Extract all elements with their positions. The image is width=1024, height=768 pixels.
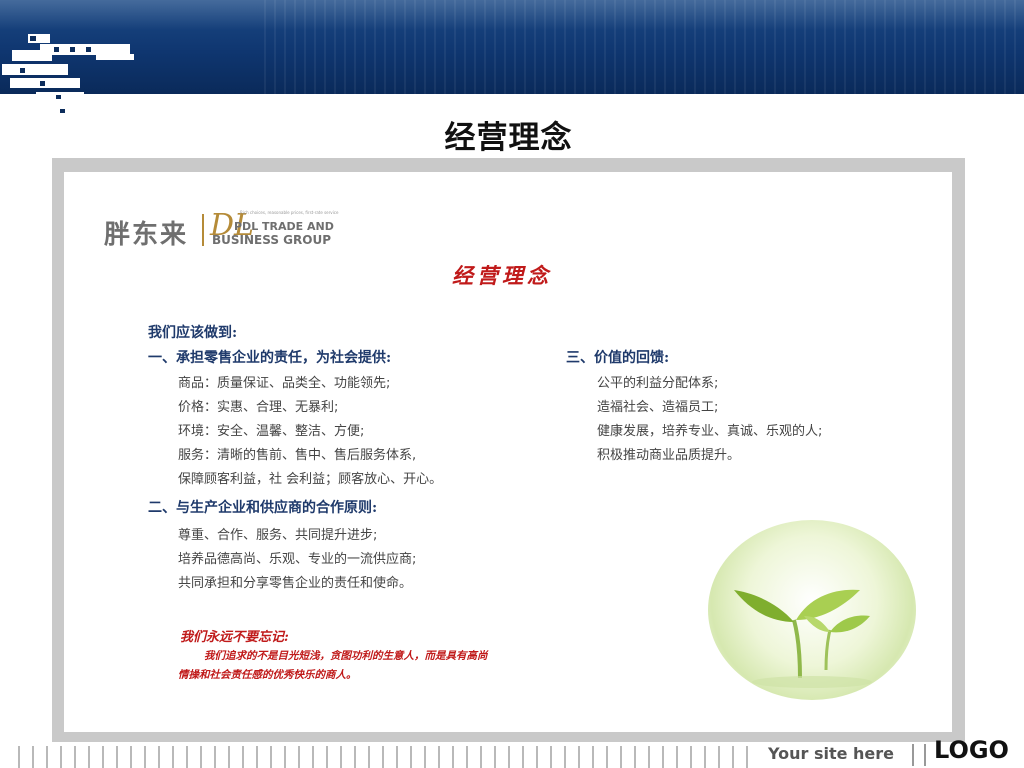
slide-title: 经营理念 <box>444 120 573 156</box>
panel-title: 经营理念 <box>452 264 552 288</box>
header-band <box>0 0 1024 94</box>
section1-item: 环境：安全、温馨、整洁、方便; <box>178 424 365 439</box>
section2-item: 培养品德高尚、乐观、专业的一流供应商; <box>178 552 417 567</box>
brand-en-line1: PDL TRADE AND <box>234 220 334 233</box>
section1-item: 保障顾客利益，社 会利益；顾客放心、开心。 <box>178 472 443 487</box>
footer-logo: LOGO <box>934 736 1009 764</box>
brand-divider <box>202 214 204 246</box>
remember-heading: 我们永远不要忘记: <box>180 630 289 645</box>
intro-heading: 我们应该做到: <box>148 325 238 341</box>
footer-divider <box>912 744 914 766</box>
section1-item: 商品：质量保证、品类全、功能领先; <box>178 376 391 391</box>
section3-item: 造福社会、造福员工; <box>597 400 719 415</box>
section3-item: 公平的利益分配体系; <box>597 376 719 391</box>
section2-item: 共同承担和分享零售企业的责任和使命。 <box>178 576 413 591</box>
footer-site-text: Your site here <box>768 744 895 763</box>
section1-heading: 一、承担零售企业的责任，为社会提供: <box>148 350 392 366</box>
brand-tagline: Rich choices, reasonable prices, first-r… <box>240 210 339 215</box>
section3-item: 健康发展，培养专业、真诚、乐观的人; <box>597 424 823 439</box>
section3-item: 积极推动商业品质提升。 <box>597 448 741 463</box>
footer-tick-bar <box>18 746 758 768</box>
brand-en-line2: BUSINESS GROUP <box>212 233 331 247</box>
remember-line: 情操和社会责任感的优秀快乐的商人。 <box>178 669 357 681</box>
section2-heading: 二、与生产企业和供应商的合作原则: <box>148 500 378 516</box>
section3-heading: 三、价值的回馈: <box>566 350 670 366</box>
section1-item: 价格：实惠、合理、无暴利; <box>178 400 339 415</box>
section2-item: 尊重、合作、服务、共同提升进步; <box>178 528 378 543</box>
remember-line: 我们追求的不是目光短浅，贪图功利的生意人，而是具有高尚 <box>204 650 488 662</box>
sprout-icon <box>734 589 872 688</box>
header-gloss <box>0 0 1024 30</box>
section1-item: 服务：清晰的售前、售中、售后服务体系, <box>178 448 417 463</box>
brand-logo-cn: 胖东来 <box>104 220 189 250</box>
footer-divider <box>924 744 926 766</box>
